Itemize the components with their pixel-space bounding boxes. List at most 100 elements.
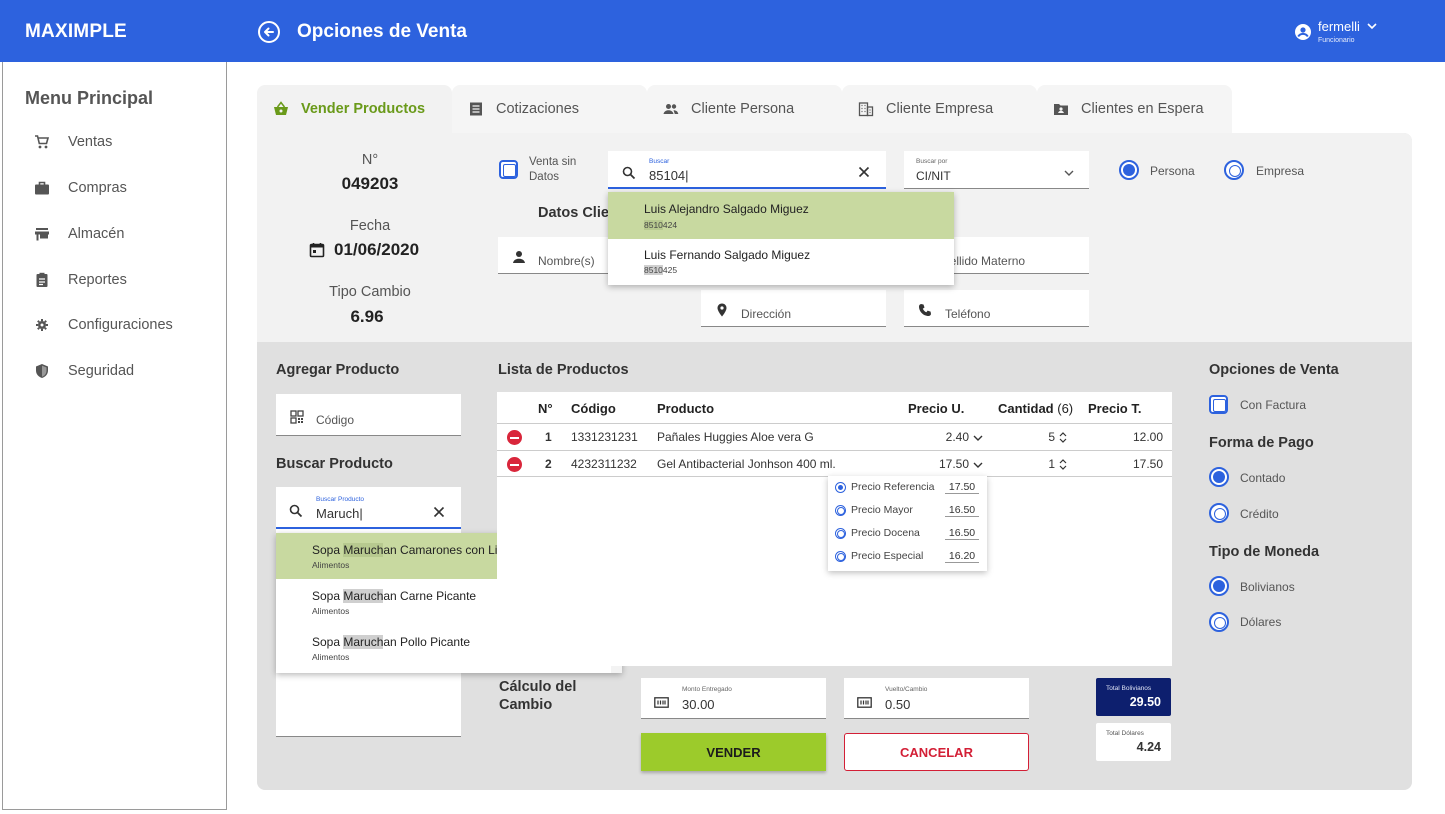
apellido-materno-placeholder: pellido Materno	[943, 254, 1026, 268]
payment-method-title: Forma de Pago	[1209, 435, 1314, 451]
total-dolares-label: Total Dólares	[1106, 730, 1144, 737]
row-code: 4232311232	[571, 457, 637, 471]
chevron-down-icon[interactable]	[973, 462, 983, 469]
brand-logo[interactable]: MAXIMPLE	[25, 21, 127, 43]
arrow-left-circle-icon	[258, 21, 280, 43]
price-option-radio[interactable]	[835, 505, 846, 516]
search-by-select[interactable]: Buscar por CI/NIT	[904, 151, 1089, 189]
client-search-results: Luis Alejandro Salgado Miguez 8510424 Lu…	[608, 192, 954, 285]
price-option-radio[interactable]	[835, 551, 846, 562]
text-post: an Pollo Picante	[383, 635, 471, 649]
price-option-label: Precio Referencia	[851, 481, 935, 493]
tab-clientes-en-espera[interactable]: Clientes en Espera	[1037, 85, 1232, 133]
client-result-name: Luis Fernando Salgado Miguez	[644, 248, 811, 262]
price-option[interactable]: Precio Referencia 17.50	[835, 479, 981, 497]
row-qty[interactable]: 1	[1037, 457, 1055, 471]
credito-label: Crédito	[1240, 507, 1279, 521]
sidebar-item-seguridad[interactable]: Seguridad	[34, 361, 134, 381]
text-pre: Sopa	[312, 589, 344, 603]
clear-icon[interactable]	[858, 166, 870, 178]
remove-row-icon[interactable]	[507, 457, 522, 472]
direccion-placeholder: Dirección	[741, 307, 792, 321]
user-role: Funcionario	[1318, 37, 1355, 44]
sidebar-item-label: Compras	[68, 180, 127, 196]
direccion-input[interactable]: Dirección	[701, 290, 886, 327]
cart-icon	[35, 135, 50, 149]
nombre-input[interactable]: Nombre(s)	[498, 237, 610, 274]
row-qty[interactable]: 5	[1037, 430, 1055, 444]
total-dolares-value: 4.24	[1136, 740, 1161, 754]
menu-title: Menu Principal	[25, 88, 154, 108]
vender-button[interactable]: VENDER	[641, 733, 826, 771]
row-total: 17.50	[1132, 457, 1163, 471]
clipboard-icon	[36, 272, 48, 287]
venta-sin-datos-label-2: Datos	[529, 171, 560, 183]
price-option-label: Precio Especial	[851, 550, 924, 562]
client-search-input[interactable]: Buscar 85104|	[608, 151, 886, 189]
row-unit-price[interactable]: 17.50	[927, 457, 969, 471]
chevron-down-icon[interactable]	[1367, 22, 1377, 30]
text-post: an Carne Picante	[383, 589, 477, 603]
date-value-group[interactable]: 01/06/2020	[309, 240, 419, 260]
venta-sin-datos-checkbox[interactable]	[499, 160, 518, 179]
exchange-rate-label: Tipo Cambio	[329, 284, 411, 300]
change-input[interactable]: Vuelto/Cambio 0.50	[844, 678, 1029, 719]
sidebar-item-compras[interactable]: Compras	[34, 178, 127, 198]
match-highlight: Maruch	[343, 635, 384, 649]
tab-cliente-empresa[interactable]: Cliente Empresa	[842, 85, 1037, 133]
price-option[interactable]: Precio Especial 16.20	[835, 548, 981, 566]
chevron-down-icon[interactable]	[973, 435, 983, 442]
apellido-materno-input[interactable]: pellido Materno	[940, 237, 1089, 274]
client-result-item[interactable]: Luis Alejandro Salgado Miguez 8510424	[608, 192, 954, 239]
persona-radio[interactable]	[1119, 160, 1139, 180]
price-option-radio[interactable]	[835, 528, 846, 539]
price-option[interactable]: Precio Mayor 16.50	[835, 502, 981, 520]
sidebar-item-configuraciones[interactable]: Configuraciones	[34, 315, 173, 335]
code-input[interactable]: Código	[276, 394, 461, 436]
account-circle-icon[interactable]	[1295, 24, 1311, 40]
stepper-icon[interactable]	[1059, 458, 1067, 471]
sidebar-item-label: Almacén	[68, 226, 125, 242]
sidebar-item-almacen[interactable]: Almacén	[34, 224, 124, 244]
tab-cotizaciones[interactable]: Cotizaciones	[452, 85, 647, 133]
text-pre: Sopa	[312, 543, 344, 557]
sidebar-item-ventas[interactable]: Ventas	[34, 132, 112, 152]
search-by-value: CI/NIT	[916, 169, 951, 183]
price-option-radio[interactable]	[835, 482, 846, 493]
row-num: 1	[545, 430, 552, 444]
client-result-item[interactable]: Luis Fernando Salgado Miguez 8510425	[608, 239, 954, 285]
contado-radio[interactable]	[1209, 467, 1229, 487]
total-bolivianos: Total Bolivianos 29.50	[1096, 678, 1171, 716]
tab-cliente-persona[interactable]: Cliente Persona	[647, 85, 842, 133]
price-option-label: Precio Docena	[851, 527, 920, 539]
stepper-icon[interactable]	[1059, 431, 1067, 444]
product-search-input[interactable]: Buscar Producto Maruch|	[276, 487, 461, 529]
gear-icon	[36, 319, 48, 331]
client-search-value: 85104|	[649, 168, 689, 183]
empresa-radio[interactable]	[1224, 160, 1244, 180]
telefono-input[interactable]: Teléfono	[904, 290, 1089, 327]
dolares-radio[interactable]	[1209, 612, 1229, 632]
empresa-label: Empresa	[1256, 164, 1305, 178]
tab-label: Cliente Persona	[691, 101, 795, 117]
tab-vender-productos[interactable]: Vender Productos	[257, 85, 452, 133]
product-result-category: Alimentos	[312, 560, 350, 570]
remove-row-icon[interactable]	[507, 430, 522, 445]
clear-icon[interactable]	[433, 506, 445, 518]
back-button[interactable]	[257, 20, 281, 44]
qty-header-count: (6)	[1057, 401, 1074, 416]
match-highlight: 8510	[644, 220, 663, 230]
date-label: Fecha	[349, 218, 391, 234]
bolivianos-radio[interactable]	[1209, 576, 1229, 596]
sidebar-item-reportes[interactable]: Reportes	[34, 270, 127, 290]
row-unit-price[interactable]: 2.40	[927, 430, 969, 444]
row-code: 1331231231	[571, 430, 638, 444]
user-name[interactable]: fermelli	[1318, 19, 1360, 34]
credito-radio[interactable]	[1209, 503, 1229, 523]
contact-folder-icon	[1054, 104, 1068, 115]
amount-given-input[interactable]: Monto Entregado 30.00	[641, 678, 826, 719]
con-factura-checkbox[interactable]	[1209, 395, 1228, 414]
total-bolivianos-value: 29.50	[1129, 695, 1161, 709]
cancelar-button[interactable]: CANCELAR	[844, 733, 1029, 771]
price-option[interactable]: Precio Docena 16.50	[835, 525, 981, 543]
